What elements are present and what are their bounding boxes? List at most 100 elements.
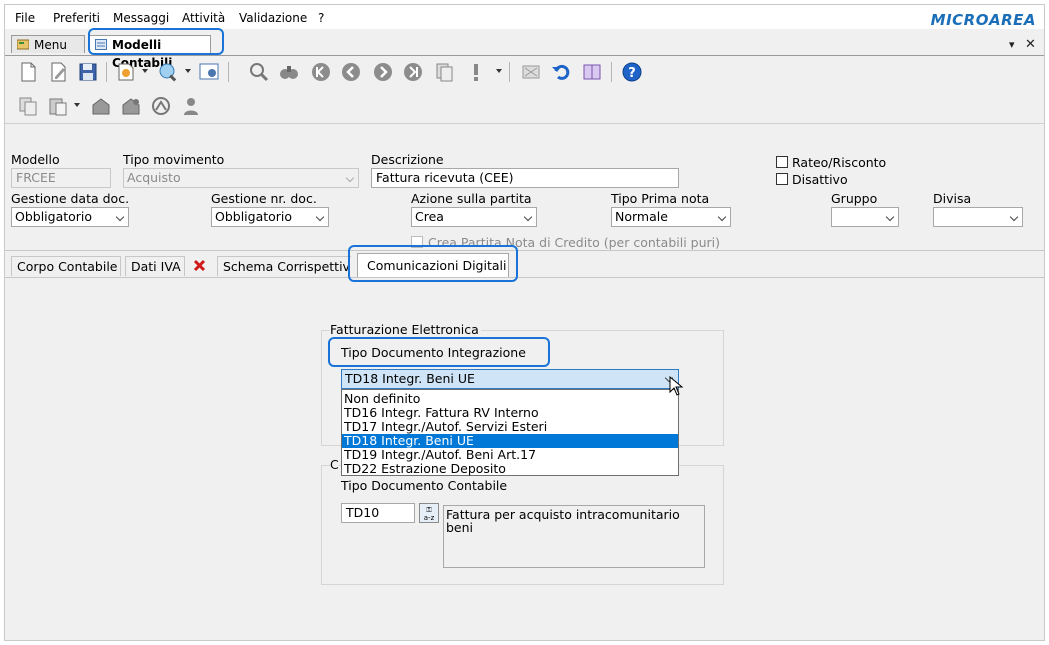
modello-field: FRCEE: [11, 168, 111, 188]
scan-icon[interactable]: [150, 95, 172, 117]
disattivo-checkbox[interactable]: [776, 173, 788, 185]
lookup-keys-icon: ⚿: [426, 506, 432, 514]
comunicazioni-digitali-page: Fatturazione Elettronica Tipo Documento …: [5, 277, 1044, 640]
toolbar-separator: [509, 62, 510, 82]
mouse-cursor-icon: [669, 376, 683, 396]
tipo-doc-contabile-code-field[interactable]: TD10: [341, 503, 415, 523]
descrizione-label: Descrizione: [371, 152, 444, 167]
exclamation-icon[interactable]: [465, 61, 487, 83]
browse-dropdown-icon[interactable]: [185, 69, 191, 73]
tab-schema-corrispettivi[interactable]: Schema Corrispettiv: [217, 256, 351, 276]
lookup-az-button[interactable]: ⚿ a-z: [419, 503, 439, 523]
page-tab-strip: Corpo Contabile Dati IVA Schema Corrispe…: [5, 253, 1044, 277]
list-item[interactable]: TD19 Integr./Autof. Beni Art.17: [342, 448, 678, 462]
radar-icon[interactable]: [581, 61, 603, 83]
azione-partita-label: Azione sulla partita: [411, 191, 532, 206]
binoculars-icon[interactable]: [278, 61, 300, 83]
report-dropdown-icon[interactable]: [142, 69, 148, 73]
rateo-risconto-label: Rateo/Risconto: [792, 155, 887, 170]
gruppo-label: Gruppo: [831, 191, 878, 206]
save-icon[interactable]: [77, 61, 99, 83]
rateo-risconto-checkbox[interactable]: [776, 156, 788, 168]
divisa-label: Divisa: [933, 191, 972, 206]
highlight-modelli-tab: [88, 28, 224, 55]
disattivo-label: Disattivo: [792, 172, 848, 187]
gruppo-select[interactable]: [831, 207, 899, 227]
highlight-tipo-doc-integrazione: [328, 337, 550, 367]
gestione-nr-doc-label: Gestione nr. doc.: [211, 191, 317, 206]
menu-attivita[interactable]: Attività: [182, 11, 225, 25]
gestione-nr-doc-value: Obbligatorio: [215, 209, 293, 224]
fatturazione-elettronica-title: Fatturazione Elettronica: [330, 322, 481, 337]
list-item[interactable]: TD22 Estrazione Deposito: [342, 462, 678, 476]
new-document-icon[interactable]: [17, 61, 39, 83]
tipo-doc-integrazione-select[interactable]: TD18 Integr. Beni UE: [341, 369, 679, 389]
copy-document-icon[interactable]: [433, 61, 455, 83]
gestione-data-doc-select[interactable]: Obbligatorio: [11, 207, 129, 227]
previous-record-icon[interactable]: [340, 61, 362, 83]
tipo-movimento-label: Tipo movimento: [123, 152, 225, 167]
exclamation-dropdown-icon[interactable]: [496, 69, 502, 73]
toolbar-separator: [228, 62, 229, 82]
last-record-icon[interactable]: [402, 61, 424, 83]
tipo-movimento-select: Acquisto: [123, 168, 359, 188]
browse-icon[interactable]: [157, 61, 179, 83]
archive-add-icon[interactable]: [120, 95, 142, 117]
doc-tab-menu-label: Menu: [34, 38, 67, 52]
highlight-comunicazioni-tab: [348, 245, 518, 282]
tab-list-dropdown-icon[interactable]: ▾: [1009, 38, 1015, 51]
list-item[interactable]: TD16 Integr. Fattura RV Interno: [342, 406, 678, 420]
azione-partita-select[interactable]: Crea: [411, 207, 537, 227]
help-icon[interactable]: ?: [621, 61, 643, 83]
next-record-icon[interactable]: [372, 61, 394, 83]
list-item[interactable]: Non definito: [342, 392, 678, 406]
gestione-nr-doc-select[interactable]: Obbligatorio: [211, 207, 329, 227]
paste-dropdown-icon[interactable]: [74, 103, 80, 107]
lookup-az-label: a-z: [423, 514, 435, 522]
secondary-toolbar: [5, 91, 1044, 121]
archive-icon[interactable]: [90, 95, 112, 117]
chevron-down-icon: [345, 173, 355, 183]
close-document-icon[interactable]: ✕: [1025, 37, 1036, 52]
tipo-doc-contabile-description: Fattura per acquisto intracomunitario be…: [443, 505, 705, 568]
list-item-selected[interactable]: TD18 Integr. Beni UE: [342, 434, 678, 448]
chevron-down-icon: [523, 212, 533, 222]
tab-dati-iva[interactable]: Dati IVA: [125, 256, 185, 276]
list-item[interactable]: TD17 Integr./Autof. Servizi Esteri: [342, 420, 678, 434]
doc-tab-menu[interactable]: Menu: [11, 35, 85, 53]
divisa-select[interactable]: [933, 207, 1023, 227]
paste-icon[interactable]: [47, 95, 69, 117]
form-divider: [5, 250, 1044, 251]
gestione-data-doc-label: Gestione data doc.: [11, 191, 130, 206]
tipo-prima-nota-value: Normale: [615, 209, 668, 224]
menu-validazione[interactable]: Validazione: [239, 11, 307, 25]
settings-icon[interactable]: [198, 61, 220, 83]
tab-corpo-contabile[interactable]: Corpo Contabile: [11, 256, 121, 276]
main-toolbar: ?: [5, 57, 1044, 87]
description-line-2: beni: [446, 520, 474, 535]
tipo-prima-nota-select[interactable]: Normale: [611, 207, 731, 227]
menu-preferiti[interactable]: Preferiti: [53, 11, 100, 25]
tipo-movimento-value: Acquisto: [127, 170, 181, 185]
chevron-down-icon: [1009, 212, 1019, 222]
menu-tab-icon: [17, 39, 29, 50]
edit-document-icon[interactable]: [47, 61, 69, 83]
clone-icon[interactable]: [17, 95, 39, 117]
menu-file[interactable]: File: [15, 11, 35, 25]
search-icon[interactable]: [248, 61, 270, 83]
menu-help[interactable]: ?: [318, 11, 324, 25]
modello-label: Modello: [11, 152, 60, 167]
menu-bar: File Preferiti Messaggi Attività Validaz…: [5, 5, 1044, 29]
descrizione-field[interactable]: Fattura ricevuta (CEE): [371, 168, 679, 188]
menu-messaggi[interactable]: Messaggi: [113, 11, 169, 25]
undo-icon[interactable]: [550, 61, 572, 83]
cancel-edit-icon[interactable]: [520, 61, 542, 83]
chevron-down-icon: [315, 212, 325, 222]
user-icon[interactable]: [180, 95, 202, 117]
first-record-icon[interactable]: [310, 61, 332, 83]
toolbar-divider: [5, 123, 1044, 124]
tipo-doc-contabile-label: Tipo Documento Contabile: [341, 478, 508, 493]
azione-partita-value: Crea: [415, 209, 444, 224]
report-icon[interactable]: [115, 61, 137, 83]
chevron-down-icon: [885, 212, 895, 222]
